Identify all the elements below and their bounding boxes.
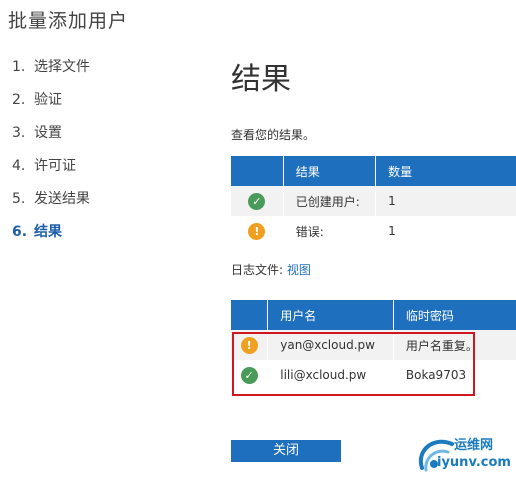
step-label: 验证 <box>34 92 62 108</box>
table-row: ✓ lili@xcloud.pw Boka9703 <box>231 360 516 390</box>
row-status-cell: ✓ <box>231 360 269 390</box>
users-table: 用户名 临时密码 ! yan@xcloud.pw 用户名重复。 ✓ lili@x… <box>231 300 516 390</box>
temp-password-cell: Boka9703 <box>393 360 516 390</box>
result-label: 已创建用户: <box>283 186 377 216</box>
log-view-link[interactable]: 视图 <box>287 263 311 277</box>
watermark-text: 运维网 <box>454 438 494 453</box>
step-label: 选择文件 <box>34 59 90 75</box>
step-settings[interactable]: 3. 设置 <box>12 122 62 142</box>
main-title: 结果 <box>231 62 291 97</box>
result-label: 错误: <box>283 216 377 246</box>
step-verify[interactable]: 2. 验证 <box>12 89 62 109</box>
table-header-row: 用户名 临时密码 <box>231 300 516 330</box>
table-row: ! yan@xcloud.pw 用户名重复。 <box>231 330 516 360</box>
step-license[interactable]: 4. 许可证 <box>12 155 76 175</box>
close-button[interactable]: 关闭 <box>231 440 341 462</box>
column-header-icon <box>231 300 269 330</box>
column-header-count: 数量 <box>375 156 516 186</box>
step-number: 1. <box>12 59 26 75</box>
row-status-cell: ! <box>231 216 284 246</box>
column-header-username: 用户名 <box>267 300 394 330</box>
temp-password-cell: 用户名重复。 <box>393 330 516 360</box>
check-icon: ✓ <box>248 192 266 210</box>
step-select-file[interactable]: 1. 选择文件 <box>12 56 90 76</box>
table-header-row: 结果 数量 <box>231 156 516 186</box>
step-number: 2. <box>12 92 26 108</box>
row-status-cell: ✓ <box>231 186 284 216</box>
step-number: 3. <box>12 125 26 141</box>
step-label: 许可证 <box>34 158 76 174</box>
result-count: 1 <box>375 216 516 246</box>
results-table: 结果 数量 ✓ 已创建用户: 1 ! 错误: 1 <box>231 156 516 246</box>
check-icon: ✓ <box>240 366 258 384</box>
results-description: 查看您的结果。 <box>231 128 316 142</box>
step-number: 4. <box>12 158 26 174</box>
log-file-line: 日志文件: 视图 <box>231 261 311 278</box>
column-header-result: 结果 <box>283 156 377 186</box>
table-row: ✓ 已创建用户: 1 <box>231 186 516 216</box>
watermark-url: iyunv.com <box>437 455 511 470</box>
column-header-icon <box>231 156 284 186</box>
log-file-label: 日志文件: <box>231 263 284 277</box>
step-label: 结果 <box>34 224 62 240</box>
table-row: ! 错误: 1 <box>231 216 516 246</box>
step-label: 设置 <box>34 125 62 141</box>
page-title: 批量添加用户 <box>8 10 129 32</box>
step-number: 6. <box>12 224 28 240</box>
warning-icon: ! <box>248 222 266 240</box>
step-results[interactable]: 6. 结果 <box>12 221 62 241</box>
result-count: 1 <box>375 186 516 216</box>
step-send-results[interactable]: 5. 发送结果 <box>12 188 90 208</box>
step-number: 5. <box>12 191 26 207</box>
warning-icon: ! <box>240 336 258 354</box>
username-cell: yan@xcloud.pw <box>267 330 394 360</box>
row-status-cell: ! <box>231 330 269 360</box>
username-cell: lili@xcloud.pw <box>267 360 394 390</box>
column-header-temp-password: 临时密码 <box>393 300 516 330</box>
step-label: 发送结果 <box>34 191 90 207</box>
